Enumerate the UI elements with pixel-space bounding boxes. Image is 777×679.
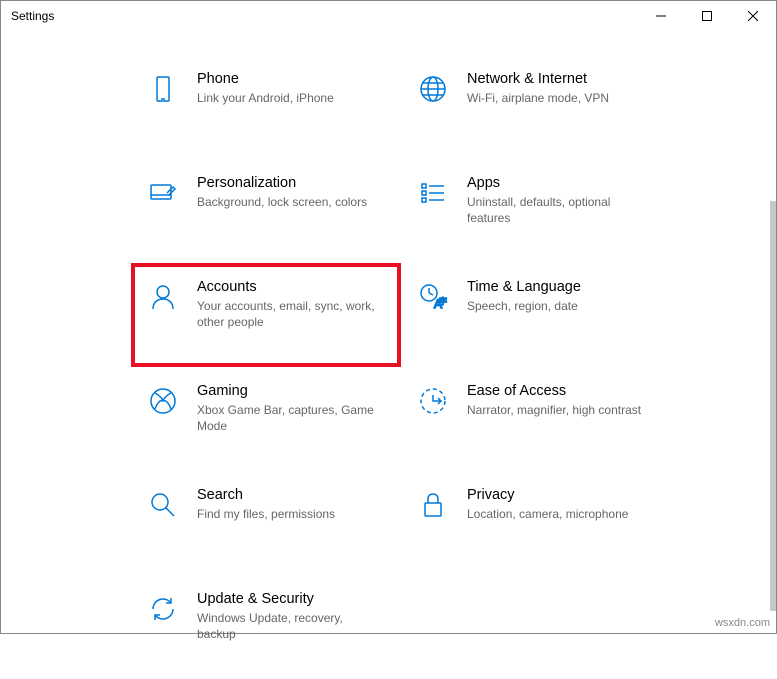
setting-item-personalization[interactable]: Personalization Background, lock screen,… <box>131 159 401 263</box>
setting-item-search[interactable]: Search Find my files, permissions <box>131 471 401 575</box>
ease-of-access-icon <box>413 383 453 417</box>
watermark: wsxdn.com <box>715 617 770 629</box>
item-title: Ease of Access <box>467 383 641 399</box>
item-title: Network & Internet <box>467 71 609 87</box>
setting-item-phone[interactable]: Phone Link your Android, iPhone <box>131 55 401 159</box>
window-title: Settings <box>11 9 54 23</box>
setting-item-accounts[interactable]: Accounts Your accounts, email, sync, wor… <box>131 263 401 367</box>
titlebar: Settings <box>1 1 776 31</box>
maximize-button[interactable] <box>684 1 730 31</box>
item-subtitle: Windows Update, recovery, backup <box>197 610 377 642</box>
item-title: Search <box>197 487 335 503</box>
setting-item-time-language[interactable]: A字 Time & Language Speech, region, date <box>401 263 671 367</box>
setting-item-gaming[interactable]: Gaming Xbox Game Bar, captures, Game Mod… <box>131 367 401 471</box>
settings-grid: Phone Link your Android, iPhone Network … <box>131 55 776 679</box>
time-language-icon: A字 <box>413 279 453 313</box>
item-subtitle: Location, camera, microphone <box>467 506 628 522</box>
item-title: Gaming <box>197 383 377 399</box>
item-title: Privacy <box>467 487 628 503</box>
globe-icon <box>413 71 453 105</box>
item-subtitle: Wi-Fi, airplane mode, VPN <box>467 90 609 106</box>
setting-item-update-security[interactable]: Update & Security Windows Update, recove… <box>131 575 401 679</box>
item-subtitle: Uninstall, defaults, optional features <box>467 194 647 226</box>
setting-item-privacy[interactable]: Privacy Location, camera, microphone <box>401 471 671 575</box>
item-subtitle: Your accounts, email, sync, work, other … <box>197 298 377 330</box>
item-title: Accounts <box>197 279 377 295</box>
lock-icon <box>413 487 453 521</box>
close-button[interactable] <box>730 1 776 31</box>
setting-item-ease-of-access[interactable]: Ease of Access Narrator, magnifier, high… <box>401 367 671 471</box>
minimize-button[interactable] <box>638 1 684 31</box>
item-subtitle: Link your Android, iPhone <box>197 90 334 106</box>
setting-item-network[interactable]: Network & Internet Wi-Fi, airplane mode,… <box>401 55 671 159</box>
personalization-icon <box>143 175 183 209</box>
apps-icon <box>413 175 453 209</box>
svg-text:字: 字 <box>439 296 447 306</box>
item-subtitle: Narrator, magnifier, high contrast <box>467 402 641 418</box>
item-title: Phone <box>197 71 334 87</box>
person-icon <box>143 279 183 313</box>
scrollbar[interactable] <box>770 201 776 611</box>
item-subtitle: Xbox Game Bar, captures, Game Mode <box>197 402 377 434</box>
item-title: Update & Security <box>197 591 377 607</box>
settings-content: Phone Link your Android, iPhone Network … <box>1 31 776 679</box>
item-title: Time & Language <box>467 279 581 295</box>
search-icon <box>143 487 183 521</box>
item-subtitle: Speech, region, date <box>467 298 581 314</box>
item-title: Personalization <box>197 175 367 191</box>
phone-icon <box>143 71 183 105</box>
item-title: Apps <box>467 175 647 191</box>
item-subtitle: Find my files, permissions <box>197 506 335 522</box>
item-subtitle: Background, lock screen, colors <box>197 194 367 210</box>
update-icon <box>143 591 183 625</box>
xbox-icon <box>143 383 183 417</box>
window-controls <box>638 1 776 31</box>
setting-item-apps[interactable]: Apps Uninstall, defaults, optional featu… <box>401 159 671 263</box>
